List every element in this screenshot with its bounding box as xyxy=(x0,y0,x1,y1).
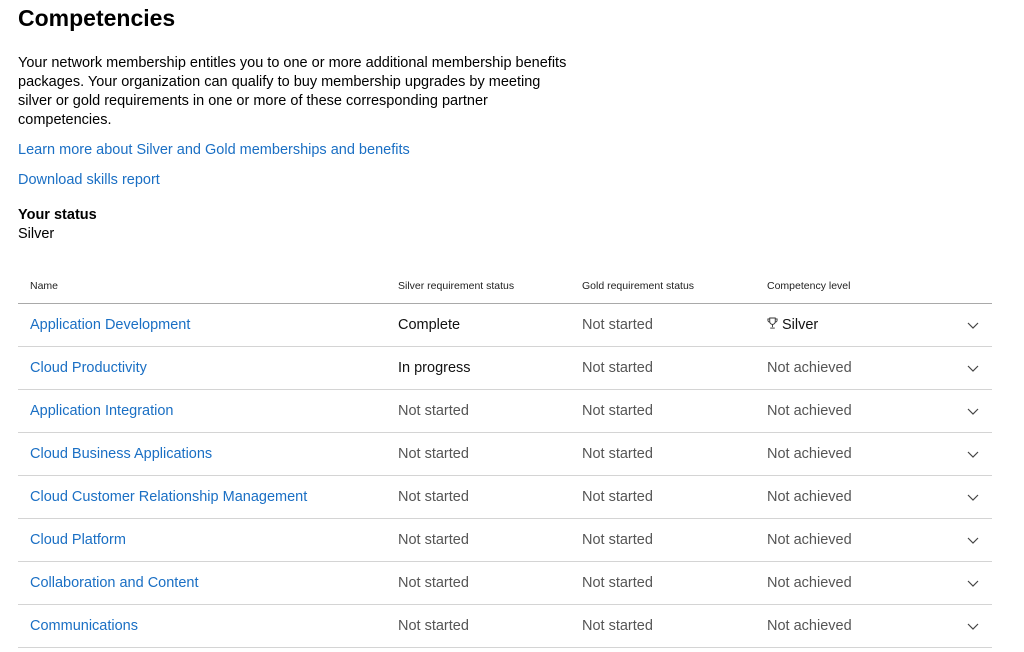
gold-requirement-status: Not started xyxy=(582,618,653,634)
header-name: Name xyxy=(30,280,59,292)
competency-level: Not achieved xyxy=(767,531,852,550)
competency-level-label: Not achieved xyxy=(767,446,852,462)
table-row[interactable]: Cloud Productivity In progress Not started… xyxy=(18,347,992,390)
competencies-page: Competencies Your network membership ent… xyxy=(0,0,1024,652)
silver-requirement-status: Not started xyxy=(398,575,469,591)
chevron-down-icon[interactable] xyxy=(966,619,980,633)
competency-level: Not achieved xyxy=(767,445,852,464)
table-header: Name Silver requirement status Gold requ… xyxy=(18,270,992,304)
competency-level: Not achieved xyxy=(767,617,852,636)
gold-requirement-status: Not started xyxy=(582,360,653,376)
header-gold-status: Gold requirement status xyxy=(582,280,695,292)
silver-requirement-status: Not started xyxy=(398,446,469,462)
competency-name-link[interactable]: Cloud Customer Relationship Management xyxy=(30,488,307,507)
trophy-icon xyxy=(767,317,778,336)
status-label: Your status xyxy=(18,207,97,223)
silver-requirement-status: Not started xyxy=(398,618,469,634)
table-body: Application Development Complete Not start… xyxy=(18,304,992,648)
competency-name-link[interactable]: Cloud Platform xyxy=(30,531,126,550)
header-competency-level: Competency level xyxy=(767,280,851,292)
silver-requirement-status: Complete xyxy=(398,317,461,333)
competency-name-link[interactable]: Cloud Business Applications xyxy=(30,445,212,464)
chevron-down-icon[interactable] xyxy=(966,361,980,375)
competency-level: Not achieved xyxy=(767,488,852,507)
chevron-down-icon[interactable] xyxy=(966,490,980,504)
download-skills-report-link[interactable]: Download skills report xyxy=(18,171,160,190)
competency-level-label: Silver xyxy=(782,317,819,333)
competency-name-link[interactable]: Communications xyxy=(30,617,138,636)
page-title: Competencies xyxy=(18,5,176,31)
intro-text: Your network membership entitles you to … xyxy=(18,55,567,128)
chevron-down-icon[interactable] xyxy=(966,533,980,547)
competency-name-link[interactable]: Application Integration xyxy=(30,402,174,421)
silver-requirement-status: Not started xyxy=(398,489,469,505)
chevron-down-icon[interactable] xyxy=(966,447,980,461)
competency-name-link[interactable]: Cloud Productivity xyxy=(30,359,147,378)
competency-level: Silver xyxy=(767,316,818,336)
table-row[interactable]: Application Development Complete Not start… xyxy=(18,304,992,347)
table-row[interactable]: Cloud Platform Not started Not started Not … xyxy=(18,519,992,562)
competency-level-label: Not achieved xyxy=(767,360,852,376)
competency-level: Not achieved xyxy=(767,574,852,593)
chevron-down-icon[interactable] xyxy=(966,318,980,332)
gold-requirement-status: Not started xyxy=(582,489,653,505)
competency-level-label: Not achieved xyxy=(767,489,852,505)
header-silver-status: Silver requirement status xyxy=(398,280,515,292)
competency-level: Not achieved xyxy=(767,402,852,421)
status-value: Silver xyxy=(18,226,55,242)
table-row[interactable]: Collaboration and Content Not started Not … xyxy=(18,562,992,605)
competency-level-label: Not achieved xyxy=(767,618,852,634)
table-row[interactable]: Communications Not started Not started Not … xyxy=(18,605,992,648)
gold-requirement-status: Not started xyxy=(582,317,653,333)
table-row[interactable]: Cloud Customer Relationship Management No… xyxy=(18,476,992,519)
silver-requirement-status: Not started xyxy=(398,403,469,419)
gold-requirement-status: Not started xyxy=(582,575,653,591)
chevron-down-icon[interactable] xyxy=(966,576,980,590)
silver-requirement-status: In progress xyxy=(398,360,471,376)
gold-requirement-status: Not started xyxy=(582,403,653,419)
learn-more-link[interactable]: Learn more about Silver and Gold members… xyxy=(18,141,410,160)
gold-requirement-status: Not started xyxy=(582,446,653,462)
competency-level-label: Not achieved xyxy=(767,575,852,591)
silver-requirement-status: Not started xyxy=(398,532,469,548)
competency-name-link[interactable]: Collaboration and Content xyxy=(30,574,198,593)
competency-level: Not achieved xyxy=(767,359,852,378)
competency-name-link[interactable]: Application Development xyxy=(30,316,190,335)
competency-level-label: Not achieved xyxy=(767,403,852,419)
competencies-table: Name Silver requirement status Gold requ… xyxy=(18,270,992,648)
table-row[interactable]: Application Integration Not started Not st… xyxy=(18,390,992,433)
table-row[interactable]: Cloud Business Applications Not started No… xyxy=(18,433,992,476)
gold-requirement-status: Not started xyxy=(582,532,653,548)
competency-level-label: Not achieved xyxy=(767,532,852,548)
chevron-down-icon[interactable] xyxy=(966,404,980,418)
